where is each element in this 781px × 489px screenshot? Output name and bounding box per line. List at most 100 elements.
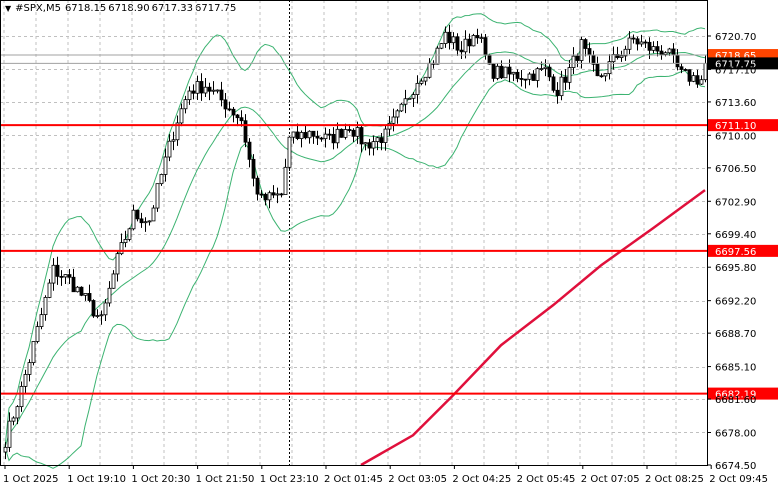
candle-bull xyxy=(203,86,208,94)
candle-bull xyxy=(619,55,624,58)
candle-bear xyxy=(199,81,204,94)
candle-bear xyxy=(247,141,252,160)
candle-bull xyxy=(411,94,416,99)
candle-bull xyxy=(167,140,172,158)
x-tick-label: 2 Oct 09:45 xyxy=(709,474,768,485)
candle-bull xyxy=(443,31,448,44)
y-tick-label: 6688.70 xyxy=(715,329,756,340)
candle-bull xyxy=(163,156,168,175)
candle-bear xyxy=(499,65,504,79)
x-tick-label: 1 Oct 19:10 xyxy=(67,474,126,485)
y-tick-label: 6692.20 xyxy=(715,297,756,308)
y-tick-label: 6720.70 xyxy=(715,32,756,43)
candle-bull xyxy=(147,220,152,223)
candle-bear xyxy=(263,193,268,201)
candle-bull xyxy=(19,385,24,408)
horizontal-levels[interactable]: 6711.106697.566682.196718.656717.75 xyxy=(0,49,778,401)
moving-average-line xyxy=(360,189,706,467)
price-chart[interactable]: 6711.106697.566682.196718.656717.75 6720… xyxy=(0,0,781,489)
candle-bear xyxy=(71,276,76,293)
candle-bull xyxy=(195,81,200,94)
bollinger-bands xyxy=(4,13,706,469)
candle-bear xyxy=(455,36,460,51)
candle-bear xyxy=(251,158,256,179)
candle-bull xyxy=(419,80,424,84)
axes: 6720.70 6717.10 6713.60 6710.00 6706.50 6702.… xyxy=(0,0,768,485)
candle-bull xyxy=(399,103,404,112)
candle-bear xyxy=(675,54,680,68)
candle-bear xyxy=(555,89,560,97)
candle-bull xyxy=(395,110,400,118)
candle-bear xyxy=(551,76,556,91)
candle-bear xyxy=(459,49,464,53)
candle-bear xyxy=(507,66,512,75)
y-tick-label: 6674.50 xyxy=(715,461,756,472)
candle-bear xyxy=(339,128,344,138)
candle-bear xyxy=(279,193,284,196)
level-label: 6697.56 xyxy=(715,247,756,258)
candle-bull xyxy=(471,35,476,47)
candle-bull xyxy=(383,128,388,143)
candle-bull xyxy=(267,192,272,201)
candle-bear xyxy=(223,99,228,110)
candle-bear xyxy=(491,63,496,79)
candle-bull xyxy=(371,141,376,149)
candle-bear xyxy=(59,275,64,278)
candle-bull xyxy=(663,52,668,55)
y-tick-label: 6699.40 xyxy=(715,230,756,241)
candle-bear xyxy=(219,89,224,101)
candle-bull xyxy=(415,82,420,95)
candle-bear xyxy=(347,129,352,131)
y-tick-label: 6681.60 xyxy=(715,395,756,406)
candle-bull xyxy=(343,129,348,138)
y-tick-label: 6685.10 xyxy=(715,363,756,374)
candle-bull xyxy=(463,38,468,53)
candle-bull xyxy=(27,362,32,375)
candle-bull xyxy=(283,166,288,195)
x-tick-label: 1 Oct 21:50 xyxy=(196,474,255,485)
candle-bear xyxy=(595,63,600,77)
candle-bull xyxy=(75,286,80,293)
candle-bear xyxy=(207,86,212,92)
candle-bear xyxy=(231,108,236,116)
candle-bear xyxy=(319,137,324,140)
candle-bear xyxy=(575,55,580,61)
candle-bull xyxy=(511,71,516,75)
candle-bear xyxy=(235,114,240,119)
y-tick-label: 6717.10 xyxy=(715,65,756,76)
candle-bull xyxy=(667,48,672,54)
candle-bull xyxy=(335,128,340,144)
candle-bull xyxy=(323,133,328,140)
candle-bull xyxy=(63,274,68,278)
candle-bear xyxy=(239,117,244,122)
candle-bull xyxy=(215,89,220,92)
candle-bear xyxy=(135,209,140,220)
candle-bull xyxy=(43,297,48,316)
candle-bull xyxy=(699,79,704,85)
candle-bull xyxy=(131,209,136,230)
candle-bear xyxy=(315,135,320,139)
candle-bull xyxy=(115,253,120,275)
candle-bull xyxy=(579,39,584,61)
candle-bull xyxy=(651,46,656,51)
candle-bear xyxy=(695,75,700,85)
candle-bull xyxy=(111,273,116,289)
candle-bull xyxy=(435,47,440,65)
candle-bull xyxy=(23,374,28,387)
candle-bull xyxy=(187,90,192,101)
candle-bull xyxy=(291,131,296,138)
x-tick-label: 2 Oct 01:45 xyxy=(324,474,383,485)
candle-bear xyxy=(475,35,480,39)
candle-bull xyxy=(103,302,108,316)
candle-bear xyxy=(599,75,604,78)
candle-bull xyxy=(299,132,304,139)
candle-bull xyxy=(355,127,360,137)
candle-bull xyxy=(639,41,644,45)
candle-bull xyxy=(47,282,52,298)
candle-bull xyxy=(363,142,368,145)
x-tick-label: 1 Oct 23:10 xyxy=(260,474,319,485)
bollinger-upper xyxy=(4,13,706,448)
candle-bull xyxy=(439,43,444,49)
candle-bull xyxy=(15,406,20,419)
candle-bull xyxy=(691,75,696,82)
